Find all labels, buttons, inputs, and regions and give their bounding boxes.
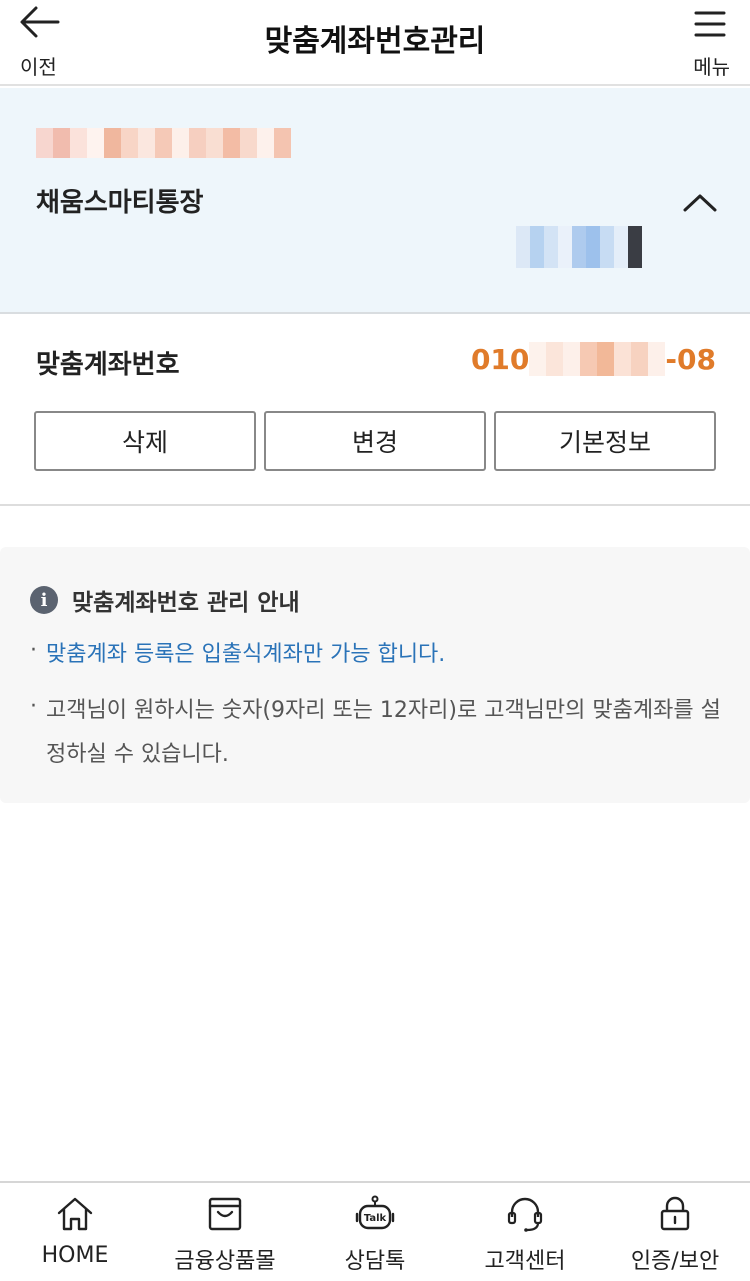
account-name: 채움스마티통장: [36, 188, 204, 218]
bullet-dot-icon: ·: [30, 638, 37, 663]
nav-security[interactable]: 인증/보안: [600, 1183, 750, 1281]
account-panel: 채움스마티통장: [0, 88, 750, 314]
nav-label: 고객센터: [484, 1249, 566, 1274]
nav-products[interactable]: 금융상품몰: [150, 1183, 300, 1281]
page-title: 맞춤계좌번호관리: [264, 24, 486, 59]
nav-customer-center[interactable]: 고객센터: [450, 1183, 600, 1281]
info-icon: i: [30, 586, 58, 614]
collapse-button[interactable]: [680, 188, 720, 218]
home-icon: [57, 1197, 93, 1231]
shopping-bag-icon: [208, 1197, 242, 1231]
custom-number-suffix: -08: [665, 342, 716, 376]
menu-button[interactable]: 메뉴: [676, 4, 736, 79]
top-header: 이전 맞춤계좌번호관리 메뉴: [0, 0, 750, 86]
lock-icon: [660, 1196, 690, 1231]
nav-label: 금융상품몰: [174, 1249, 276, 1274]
nav-label: 인증/보안: [630, 1249, 720, 1274]
change-button[interactable]: 변경: [264, 411, 486, 471]
notice-header: i 맞춤계좌번호 관리 안내: [30, 583, 300, 617]
notice-item: · 맞춤계좌 등록은 입출식계좌만 가능 합니다.: [30, 633, 736, 677]
nav-talk[interactable]: Talk 상담톡: [300, 1183, 450, 1281]
custom-number-prefix: 010: [470, 342, 530, 376]
masked-account-number: [516, 226, 642, 268]
bullet-dot-icon: ·: [30, 694, 37, 719]
notice-item-text: 맞춤계좌 등록은 입출식계좌만 가능 합니다.: [46, 642, 446, 667]
custom-number-section: 맞춤계좌번호 010 -08 삭제 변경 기본정보: [0, 316, 750, 506]
menu-label: 메뉴: [693, 55, 730, 79]
notice-box: i 맞춤계좌번호 관리 안내 · 맞춤계좌 등록은 입출식계좌만 가능 합니다.…: [0, 547, 750, 803]
action-buttons: 삭제 변경 기본정보: [34, 411, 716, 471]
headset-icon: [507, 1197, 543, 1232]
delete-button[interactable]: 삭제: [34, 411, 256, 471]
nav-label: HOME: [41, 1243, 109, 1268]
talk-robot-icon: Talk: [355, 1195, 395, 1230]
svg-text:Talk: Talk: [364, 1213, 387, 1224]
screen: 이전 맞춤계좌번호관리 메뉴 채움스마티통장 맞춤계좌번호 010 -08 삭제…: [0, 0, 750, 1281]
custom-number-value: 010 -08: [471, 342, 716, 376]
notice-item: · 고객님이 원하시는 숫자(9자리 또는 12자리)로 고객님만의 맞춤계좌를…: [30, 689, 736, 777]
chevron-up-icon: [683, 194, 717, 212]
custom-number-masked: [529, 342, 666, 376]
bottom-navigation: HOME 금융상품몰 Talk 상담톡 고객센터 인증/보안: [0, 1181, 750, 1281]
basic-info-button[interactable]: 기본정보: [494, 411, 716, 471]
custom-number-label: 맞춤계좌번호: [36, 350, 180, 380]
notice-title: 맞춤계좌번호 관리 안내: [72, 590, 300, 616]
nav-home[interactable]: HOME: [0, 1183, 150, 1281]
hamburger-menu-icon: [694, 11, 726, 37]
masked-account-info: [36, 128, 291, 158]
nav-label: 상담톡: [344, 1249, 406, 1274]
notice-item-text: 고객님이 원하시는 숫자(9자리 또는 12자리)로 고객님만의 맞춤계좌를 설…: [46, 698, 721, 767]
